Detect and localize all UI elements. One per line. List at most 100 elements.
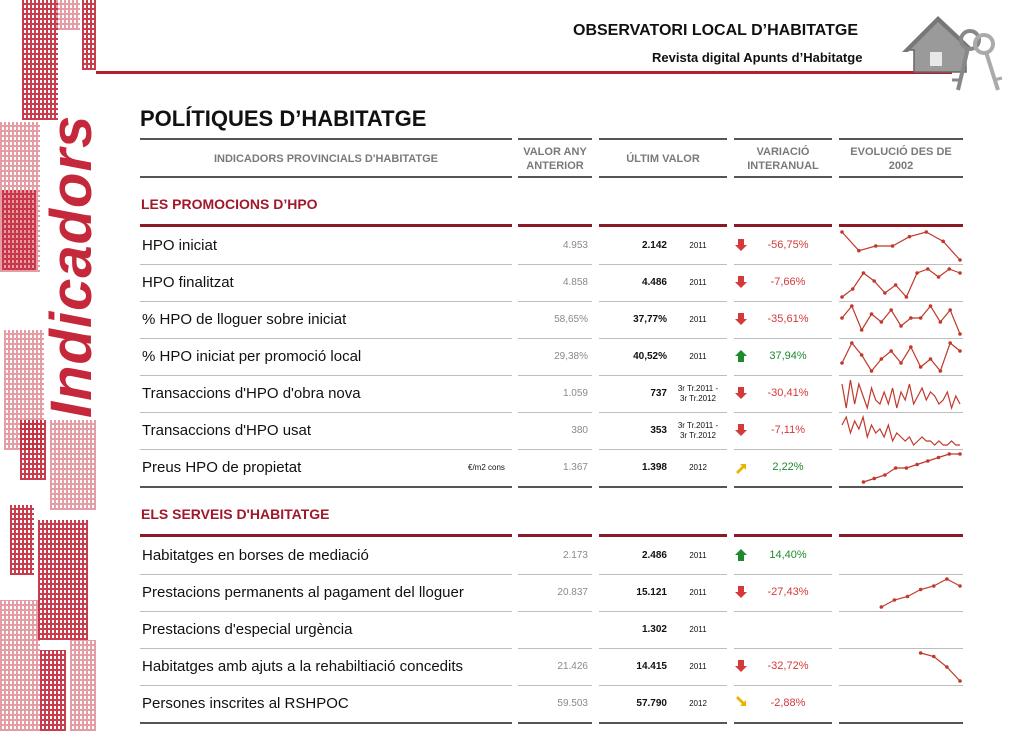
sparkline-point bbox=[936, 455, 941, 459]
sparkline-point bbox=[893, 282, 898, 287]
year-label: 2012 bbox=[689, 462, 707, 472]
row-divider bbox=[518, 449, 592, 450]
sparkline-point bbox=[945, 576, 949, 581]
sparkline-line bbox=[881, 577, 961, 608]
sparkline-point bbox=[850, 303, 854, 308]
row-divider bbox=[734, 449, 832, 450]
row-divider bbox=[599, 685, 727, 686]
sparkline-point bbox=[893, 465, 898, 470]
row-divider bbox=[518, 648, 592, 649]
sparkline-point bbox=[873, 243, 878, 248]
sparkline-point bbox=[958, 257, 962, 262]
house-keys-icon bbox=[902, 16, 1003, 91]
row-divider bbox=[734, 338, 832, 339]
previous-value: 21.426 bbox=[557, 660, 588, 672]
row-divider bbox=[599, 722, 727, 724]
row-divider bbox=[734, 412, 832, 413]
row-divider bbox=[140, 722, 512, 724]
sparkline-point bbox=[926, 458, 930, 463]
sparkline-point bbox=[931, 583, 936, 588]
row-divider bbox=[518, 685, 592, 686]
sparkline-line bbox=[920, 651, 961, 681]
row-divider bbox=[599, 264, 727, 265]
sparkline-point bbox=[918, 587, 923, 591]
row-divider bbox=[518, 486, 592, 488]
row-divider bbox=[140, 611, 512, 612]
sparkline-point bbox=[861, 479, 866, 484]
sparkline-point bbox=[924, 229, 929, 234]
row-divider bbox=[140, 338, 512, 339]
previous-value: 4.858 bbox=[562, 276, 588, 288]
sparkline-point bbox=[915, 462, 919, 466]
sparkline-point bbox=[947, 266, 952, 271]
column-header-indicators: INDICADORS PROVINCIALS D'HABITATGE bbox=[213, 153, 439, 165]
sparkline-line bbox=[841, 341, 961, 372]
sparkline-point bbox=[958, 451, 962, 456]
header-title: OBSERVATORI LOCAL D’HABITATGE bbox=[573, 22, 859, 39]
row-divider bbox=[734, 486, 832, 488]
unit-label: €/m2 cons bbox=[468, 462, 505, 472]
row-divider bbox=[140, 534, 512, 537]
sparkline-point bbox=[909, 344, 913, 349]
arrow-down-icon bbox=[735, 312, 747, 325]
row-divider bbox=[140, 264, 512, 265]
last-value: 1.398 bbox=[641, 461, 667, 473]
sparkline-point bbox=[872, 278, 876, 283]
indicator-label: Transaccions d'HPO d'obra nova bbox=[142, 384, 361, 402]
row-divider bbox=[518, 412, 592, 413]
sparkline-point bbox=[904, 294, 909, 299]
row-divider bbox=[734, 611, 832, 612]
indicator-label: Prestacions d'especial urgència bbox=[142, 620, 353, 638]
row-divider bbox=[839, 449, 963, 450]
last-value: 737 bbox=[650, 387, 667, 399]
row-divider bbox=[839, 574, 963, 575]
row-divider bbox=[839, 534, 963, 537]
row-divider bbox=[140, 486, 512, 488]
year-label: 2011 bbox=[689, 624, 707, 634]
sparkline-point bbox=[948, 340, 952, 345]
last-value: 4.486 bbox=[641, 276, 667, 288]
header-subtitle: Revista digital Apunts d’Habitatge bbox=[652, 50, 863, 65]
row-divider bbox=[734, 375, 832, 376]
previous-value: 20.837 bbox=[557, 586, 588, 598]
row-divider bbox=[140, 648, 512, 649]
row-divider bbox=[518, 264, 592, 265]
sparkline bbox=[840, 229, 962, 262]
year-label: 2011 bbox=[689, 351, 707, 361]
row-divider bbox=[599, 574, 727, 575]
row-divider bbox=[839, 611, 963, 612]
last-value: 14.415 bbox=[636, 660, 667, 672]
indicator-label: Persones inscrites al RSHPOC bbox=[142, 694, 349, 712]
sparkline-point bbox=[861, 270, 866, 275]
indicator-label: HPO iniciat bbox=[142, 236, 218, 254]
side-title: Indicadors bbox=[38, 114, 105, 419]
arrow-up-icon bbox=[735, 349, 747, 362]
row-divider bbox=[734, 301, 832, 302]
sparkline-point bbox=[938, 319, 943, 324]
variation-value: -7,11% bbox=[770, 423, 806, 436]
sparkline bbox=[841, 379, 961, 410]
sparkline-line bbox=[863, 452, 960, 483]
sparkline-point bbox=[918, 364, 923, 369]
sparkline-point bbox=[879, 356, 884, 361]
last-value: 37,77% bbox=[633, 313, 667, 325]
sparkline-point bbox=[918, 650, 923, 655]
sparkline-point bbox=[883, 472, 887, 477]
indicator-label: % HPO iniciat per promoció local bbox=[142, 347, 362, 365]
row-divider bbox=[734, 574, 832, 575]
arrow-down-icon bbox=[735, 275, 747, 288]
page-title: POLÍTIQUES D’HABITATGE bbox=[140, 106, 427, 131]
sparkline-point bbox=[892, 597, 897, 602]
sparkline-point bbox=[857, 248, 861, 252]
arrow-down-right-icon bbox=[736, 695, 746, 706]
sparkline bbox=[840, 303, 962, 336]
sparkline bbox=[861, 451, 962, 484]
previous-value: 59.503 bbox=[557, 697, 588, 709]
row-divider bbox=[599, 412, 727, 413]
sparkline-point bbox=[889, 348, 893, 353]
row-divider bbox=[839, 224, 963, 227]
arrow-down-icon bbox=[735, 423, 747, 436]
sparkline-point bbox=[945, 664, 949, 669]
row-divider bbox=[734, 264, 832, 265]
row-divider bbox=[140, 412, 512, 413]
